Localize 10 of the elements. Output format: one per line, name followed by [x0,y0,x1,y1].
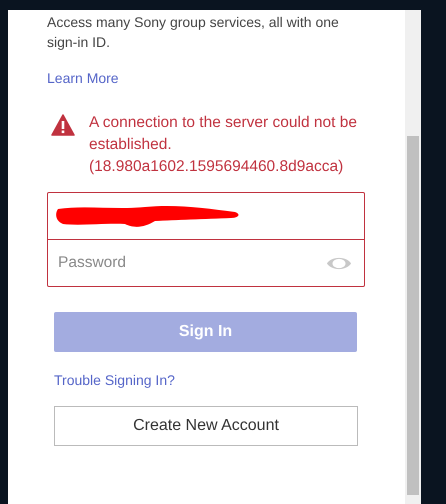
learn-more-link[interactable]: Learn More [47,70,119,86]
scrollbar[interactable] [405,10,421,504]
trouble-signing-in-link[interactable]: Trouble Signing In? [54,372,175,388]
error-message: (18.980a1602.1595694460.8d9acca) [89,157,344,177]
placeholder-text: Password [58,254,126,272]
scrollbar-thumb[interactable] [407,136,419,495]
warning-icon [51,114,75,136]
error-message: A connection to the server could not be established. [89,113,358,155]
create-account-button[interactable]: Create New Account [54,406,358,446]
intro-text: Access many Sony group services, all with one sign-in ID. [47,13,340,52]
